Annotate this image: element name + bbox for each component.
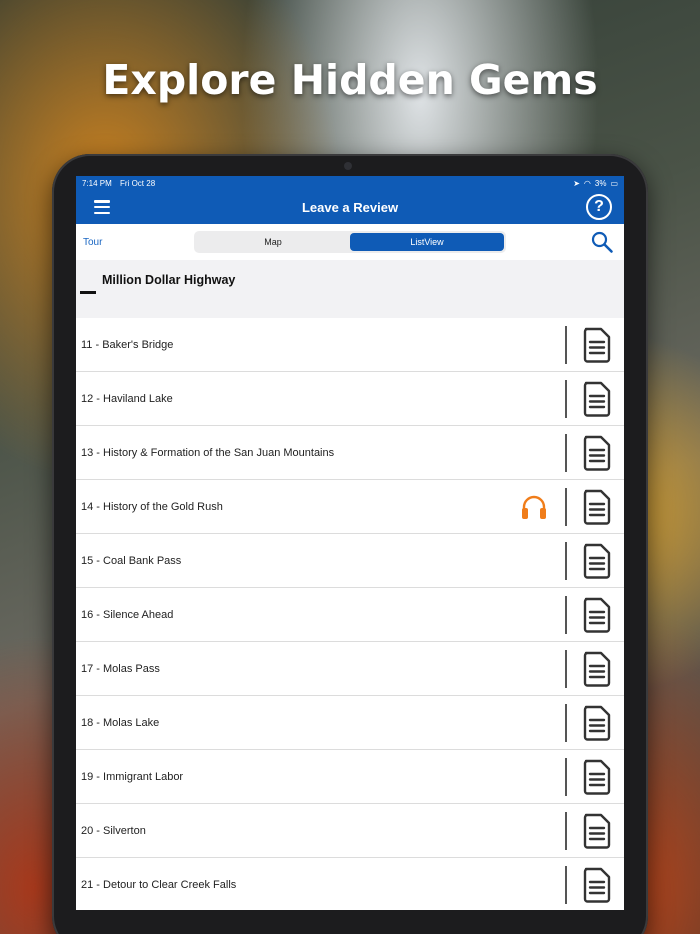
row-divider	[565, 866, 567, 904]
app-screen: 7:14 PM Fri Oct 28 ➤ ◠ 3% ▭ Leave a Revi…	[76, 176, 624, 910]
row-divider	[565, 488, 567, 526]
row-divider	[565, 326, 567, 364]
list-item[interactable]: 18 - Molas Lake	[76, 696, 624, 750]
location-icon: ➤	[573, 178, 580, 188]
menu-icon[interactable]	[94, 200, 110, 214]
list-item[interactable]: 16 - Silence Ahead	[76, 588, 624, 642]
segment-listview[interactable]: ListView	[350, 233, 504, 251]
document-icon[interactable]	[582, 327, 612, 363]
list-item[interactable]: 17 - Molas Pass	[76, 642, 624, 696]
search-icon[interactable]	[590, 230, 614, 254]
list-item-label: 12 - Haviland Lake	[81, 392, 173, 405]
headphones-icon[interactable]	[520, 494, 548, 520]
section-title: Million Dollar Highway	[102, 273, 236, 287]
document-icon[interactable]	[582, 813, 612, 849]
document-icon[interactable]	[582, 489, 612, 525]
row-divider	[565, 542, 567, 580]
document-icon[interactable]	[582, 651, 612, 687]
segment-map[interactable]: Map	[196, 233, 350, 251]
document-icon[interactable]	[582, 867, 612, 903]
promo-headline: Explore Hidden Gems	[102, 56, 598, 104]
list-item[interactable]: 15 - Coal Bank Pass	[76, 534, 624, 588]
collapse-icon[interactable]	[80, 291, 96, 294]
row-divider	[565, 380, 567, 418]
list-item-label: 18 - Molas Lake	[81, 716, 160, 729]
list-item-label: 11 - Baker's Bridge	[81, 338, 174, 351]
list-item[interactable]: 11 - Baker's Bridge	[76, 318, 624, 372]
list-item[interactable]: 13 - History & Formation of the San Juan…	[76, 426, 624, 480]
status-time: 7:14 PM	[82, 178, 112, 188]
section-header[interactable]: Million Dollar Highway	[76, 260, 624, 318]
list-item-label: 13 - History & Formation of the San Juan…	[81, 446, 335, 459]
list-item[interactable]: 12 - Haviland Lake	[76, 372, 624, 426]
battery-icon: ▭	[610, 178, 618, 188]
row-divider	[565, 758, 567, 796]
list-item-label: 17 - Molas Pass	[81, 662, 160, 675]
view-toolbar: Tour Map ListView	[76, 224, 624, 260]
stop-list: 11 - Baker's Bridge 12 - Haviland Lake 1…	[76, 318, 624, 910]
row-divider	[565, 434, 567, 472]
document-icon[interactable]	[582, 543, 612, 579]
row-divider	[565, 812, 567, 850]
row-divider	[565, 596, 567, 634]
status-date: Fri Oct 28	[120, 178, 156, 188]
list-item[interactable]: 14 - History of the Gold Rush	[76, 480, 624, 534]
row-divider	[565, 650, 567, 688]
list-item-label: 20 - Silverton	[81, 824, 146, 837]
list-item[interactable]: 21 - Detour to Clear Creek Falls	[76, 858, 624, 910]
list-item[interactable]: 19 - Immigrant Labor	[76, 750, 624, 804]
list-item-label: 14 - History of the Gold Rush	[81, 500, 223, 513]
list-item-label: 15 - Coal Bank Pass	[81, 554, 182, 567]
view-switcher: Map ListView	[194, 231, 506, 253]
front-camera	[344, 162, 352, 170]
wifi-icon: ◠	[583, 178, 591, 188]
status-bar: 7:14 PM Fri Oct 28 ➤ ◠ 3% ▭	[76, 176, 624, 190]
document-icon[interactable]	[582, 759, 612, 795]
row-divider	[565, 704, 567, 742]
list-item[interactable]: 20 - Silverton	[76, 804, 624, 858]
list-item-label: 19 - Immigrant Labor	[81, 770, 184, 783]
list-item-label: 21 - Detour to Clear Creek Falls	[81, 878, 237, 891]
list-item-label: 16 - Silence Ahead	[81, 608, 174, 621]
document-icon[interactable]	[582, 705, 612, 741]
document-icon[interactable]	[582, 381, 612, 417]
document-icon[interactable]	[582, 435, 612, 471]
document-icon[interactable]	[582, 597, 612, 633]
help-icon[interactable]: ?	[586, 194, 612, 220]
tour-link[interactable]: Tour	[83, 237, 102, 248]
navigation-bar: Leave a Review ?	[76, 190, 624, 224]
status-battery: 3%	[594, 178, 607, 188]
page-title: Leave a Review	[301, 199, 399, 215]
